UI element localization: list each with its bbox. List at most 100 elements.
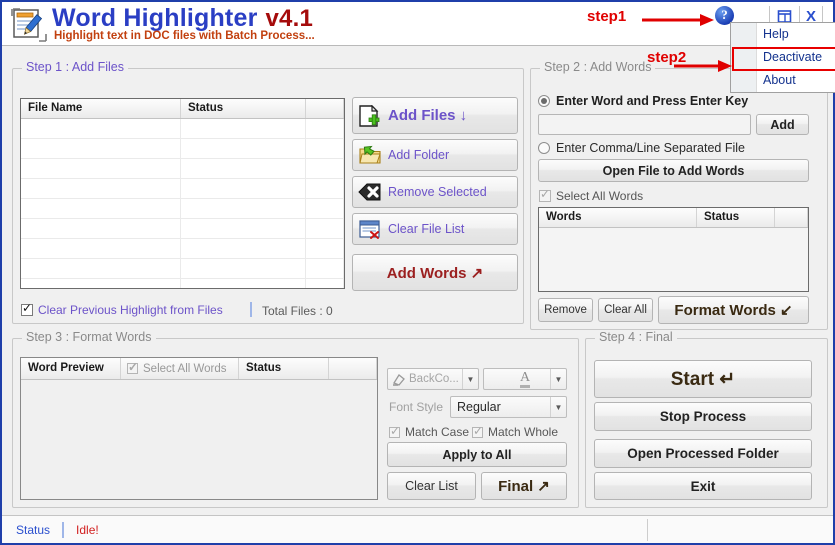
table-row[interactable] [21, 219, 344, 239]
page-title: Word Highlighter v4.1 [52, 4, 313, 33]
format-words-label: Format Words ↙ [674, 302, 793, 319]
checkbox-box [389, 425, 400, 438]
exit-label: Exit [690, 478, 716, 494]
open-processed-folder-button[interactable]: Open Processed Folder [594, 439, 812, 468]
apply-to-all-button[interactable]: Apply to All [387, 442, 567, 467]
divider [250, 302, 252, 317]
font-color-icon: A [519, 370, 531, 388]
add-word-label: Add [770, 117, 795, 132]
clear-file-list-button[interactable]: Clear File List [352, 213, 518, 245]
open-file-label: Open File to Add Words [602, 163, 745, 178]
clear-list-label: Clear List [405, 479, 458, 493]
clear-all-words-button[interactable]: Clear All [598, 298, 653, 322]
stop-process-button[interactable]: Stop Process [594, 402, 812, 431]
font-style-value: Regular [457, 400, 501, 414]
checkbox-box [21, 302, 33, 316]
column-words: Words [539, 208, 697, 227]
total-files-label: Total Files : 0 [262, 304, 333, 318]
table-row[interactable] [21, 199, 344, 219]
select-all-words-checkbox-step2[interactable]: Select All Words [539, 188, 644, 203]
radio-button [538, 142, 550, 154]
match-case-checkbox[interactable]: Match Case [389, 425, 469, 439]
status-label: Status [16, 522, 51, 537]
table-row[interactable] [21, 279, 344, 288]
final-button[interactable]: Final ↗ [481, 472, 567, 500]
add-folder-button[interactable]: Add Folder [352, 139, 518, 171]
table-row[interactable] [21, 259, 344, 279]
checkbox-box [127, 361, 138, 374]
font-style-combo[interactable]: Regular ▼ [450, 396, 567, 418]
menu-item-help[interactable]: Help [731, 23, 835, 46]
format-words-button[interactable]: Format Words ↙ [658, 296, 809, 324]
match-whole-checkbox[interactable]: Match Whole [472, 425, 558, 439]
add-word-button[interactable]: Add [756, 114, 809, 135]
column-file-name: File Name [21, 99, 181, 118]
table-row[interactable] [21, 159, 344, 179]
remove-icon [358, 181, 382, 203]
add-files-label: Add Files ↓ [388, 107, 468, 124]
clear-all-label: Clear All [604, 304, 647, 316]
exit-button[interactable]: Exit [594, 472, 812, 500]
remove-word-label: Remove [544, 304, 587, 316]
table-body[interactable] [21, 119, 344, 288]
select-all-words-checkbox-step3[interactable]: Select All Words [121, 358, 239, 379]
add-words-button[interactable]: Add Words ↗ [352, 254, 518, 291]
radio-button [538, 95, 550, 107]
words-list-table[interactable]: Words Status [538, 207, 809, 292]
radio-comma-separated-label: Enter Comma/Line Separated File [556, 141, 745, 155]
help-dropdown-menu[interactable]: Help Deactivate About [730, 22, 835, 93]
menu-item-deactivate[interactable]: Deactivate [731, 46, 835, 69]
column-status: Status [697, 208, 775, 227]
radio-comma-separated-file[interactable]: Enter Comma/Line Separated File [538, 141, 745, 155]
open-file-to-add-words-button[interactable]: Open File to Add Words [538, 159, 809, 182]
select-all-words-label: Select All Words [556, 189, 644, 203]
column-extra [329, 358, 377, 379]
document-pencil-icon [11, 8, 47, 42]
menu-item-about[interactable]: About [731, 69, 835, 92]
menu-item-label: Help [763, 27, 789, 41]
checkbox-box [539, 188, 551, 202]
clear-list-button[interactable]: Clear List [387, 472, 476, 500]
word-input[interactable] [538, 114, 751, 135]
clear-previous-highlight-checkbox[interactable]: Clear Previous Highlight from Files [21, 302, 223, 317]
app-title-text: Word Highlighter [52, 4, 258, 32]
table-body[interactable] [21, 380, 377, 499]
match-case-label: Match Case [405, 425, 470, 439]
step4-legend: Step 4 : Final [595, 330, 677, 344]
table-row[interactable] [21, 119, 344, 139]
radio-enter-word[interactable]: Enter Word and Press Enter Key [538, 94, 748, 108]
clear-list-icon [358, 218, 382, 240]
chevron-down-icon[interactable]: ▼ [550, 397, 566, 417]
add-files-button[interactable]: Add Files ↓ [352, 97, 518, 134]
chevron-down-icon[interactable]: ▼ [462, 369, 478, 389]
remove-selected-button[interactable]: Remove Selected [352, 176, 518, 208]
add-file-icon [358, 104, 382, 127]
column-status: Status [239, 358, 329, 379]
column-extra [775, 208, 808, 227]
annotation-step1: step1 [587, 8, 627, 25]
radio-enter-word-label: Enter Word and Press Enter Key [556, 94, 749, 108]
back-color-combo[interactable]: BackCo... ▼ [387, 368, 479, 390]
menu-item-label: About [763, 73, 796, 87]
step3-legend: Step 3 : Format Words [22, 330, 156, 344]
table-row[interactable] [21, 179, 344, 199]
word-preview-table[interactable]: Word Preview Select All Words Status [20, 357, 378, 500]
open-processed-folder-label: Open Processed Folder [627, 446, 779, 461]
add-words-label: Add Words ↗ [386, 264, 484, 282]
app-header: Word Highlighter v4.1 Highlight text in D… [2, 2, 833, 46]
table-body[interactable] [539, 228, 808, 291]
highlighter-icon [393, 373, 405, 386]
add-folder-label: Add Folder [388, 148, 450, 162]
font-color-combo[interactable]: A ▼ [483, 368, 567, 390]
table-row[interactable] [21, 139, 344, 159]
status-value: Idle! [76, 522, 99, 537]
add-folder-icon [358, 144, 382, 166]
column-word-preview: Word Preview [21, 358, 121, 379]
start-button[interactable]: Start ↵ [594, 360, 812, 398]
file-list-table[interactable]: File Name Status [20, 98, 345, 289]
table-row[interactable] [21, 239, 344, 259]
stop-process-label: Stop Process [659, 409, 747, 424]
app-version: v4.1 [265, 5, 314, 32]
chevron-down-icon[interactable]: ▼ [550, 369, 566, 389]
remove-word-button[interactable]: Remove [538, 298, 593, 322]
